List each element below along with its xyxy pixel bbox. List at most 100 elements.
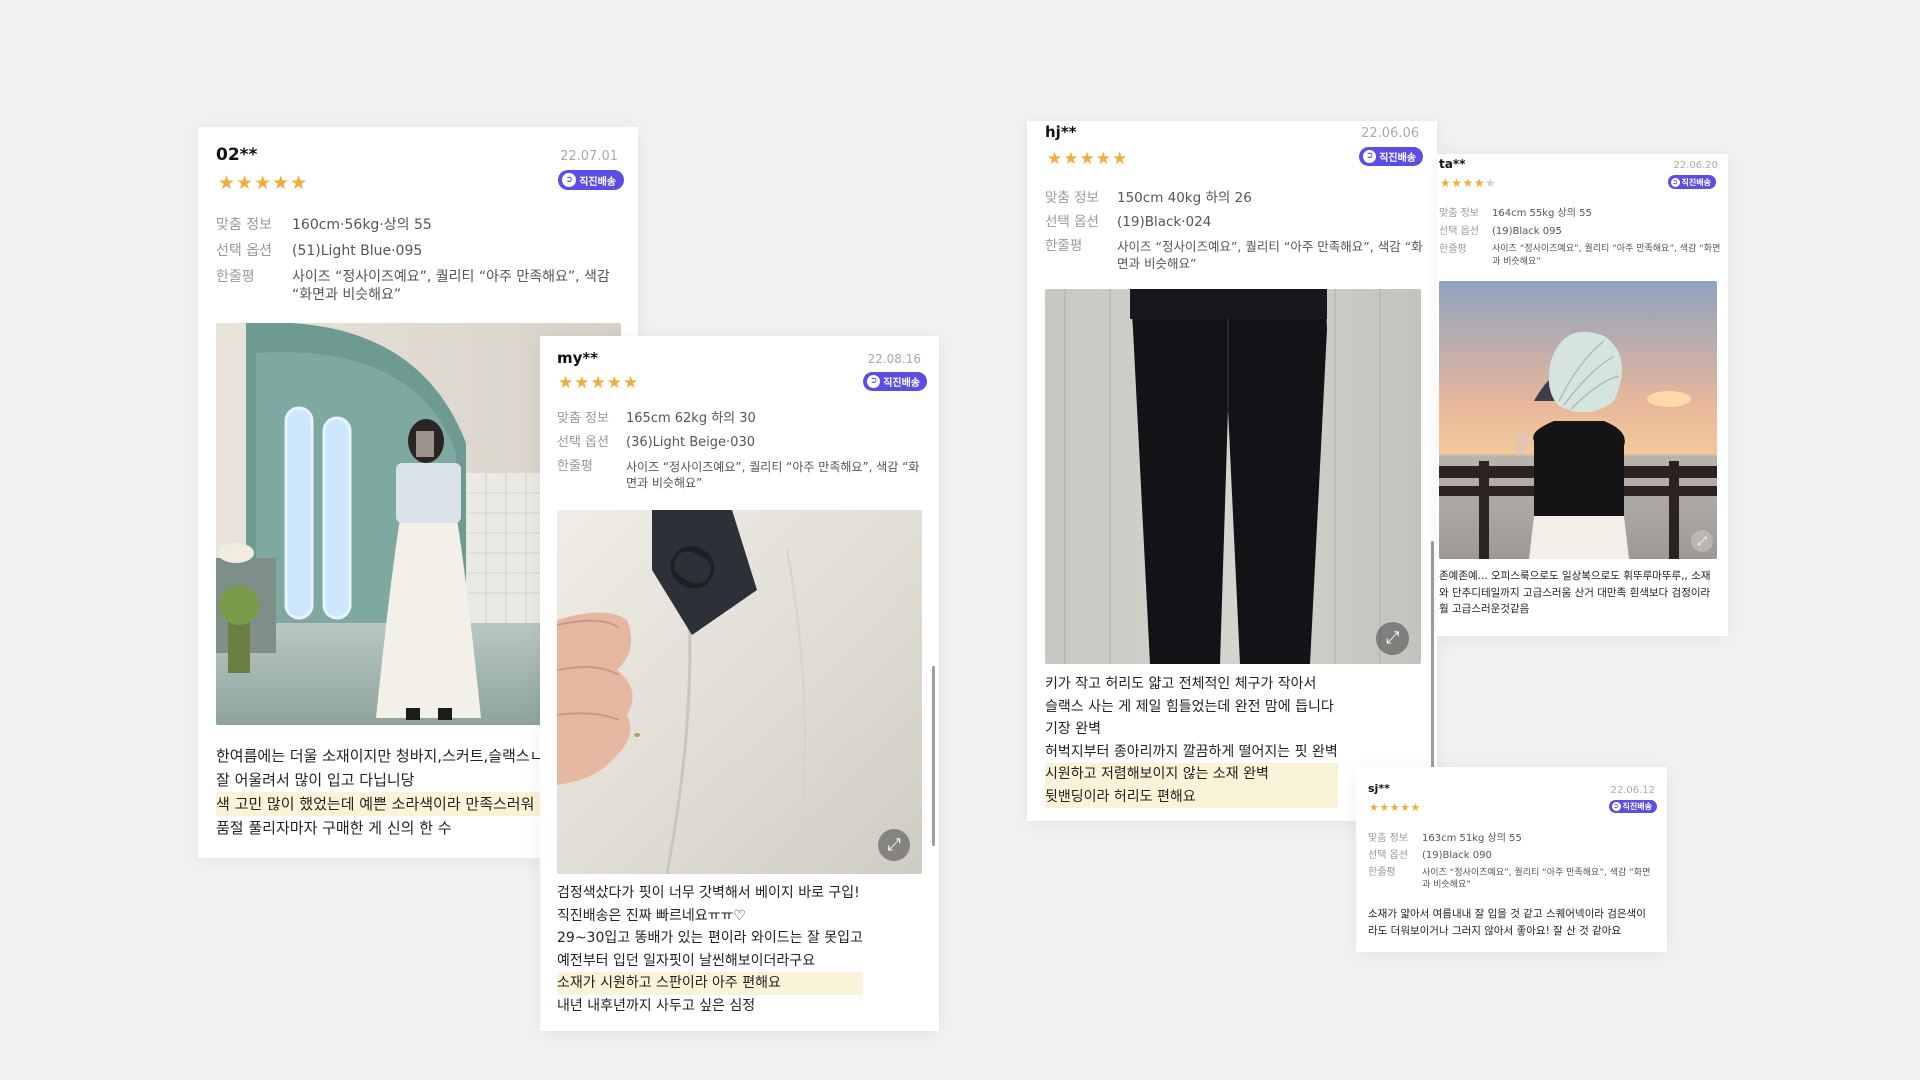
review-text: 한여름에는 더울 소재이지만 청바지,스커트,슬랙스ㄴ 잘 어울려서 많이 입고… bbox=[216, 744, 544, 840]
review-photo[interactable] bbox=[1045, 289, 1421, 664]
one-line-value: 사이즈 “정사이즈예요”, 퀄리티 “아주 만족해요”, 색감 “화면과 비슷해… bbox=[626, 460, 920, 490]
review-line-highlighted: 뒷밴딩이라 허리도 편해요 bbox=[1045, 785, 1338, 808]
review-line: 존예존예... 오피스룩으로도 일상복으로도 휘뚜루마뚜루,, 소재 bbox=[1439, 570, 1711, 582]
one-line-value: 사이즈 “정사이즈예요”, 퀄리티 “아주 만족해요”, 색감 “화면과 비슷해… bbox=[292, 269, 610, 303]
reviewer-name: hj** bbox=[1045, 123, 1077, 141]
review-info: 맞춤 정보 163cm 51kg 상의 55 선택 옵션 (19)Black 0… bbox=[1368, 833, 1658, 891]
one-line-label: 한줄평 bbox=[1439, 244, 1467, 255]
fit-info-label: 맞춤 정보 bbox=[1439, 208, 1479, 219]
star-rating: ★★★★★ bbox=[558, 373, 640, 393]
review-line: 예전부터 입던 일자핏이 날씬해보이더라구요 bbox=[557, 952, 816, 969]
delivery-icon: ➲ bbox=[1611, 802, 1621, 811]
delivery-icon: ➲ bbox=[1363, 150, 1377, 163]
badge-label: 직진배송 bbox=[579, 176, 616, 188]
one-line-label: 한줄평 bbox=[1368, 867, 1396, 878]
review-info: 맞춤 정보 160cm·56kg·상의 55 선택 옵션 (51)Light B… bbox=[216, 216, 621, 304]
direct-delivery-badge: ➲ 직진배송 bbox=[558, 170, 624, 190]
one-line-label: 한줄평 bbox=[557, 459, 593, 474]
review-line: 키가 작고 허리도 얇고 전체적인 체구가 작아서 bbox=[1045, 676, 1317, 692]
review-card-ta: ta** 22.06.20 ★★★★★ ➲ 직진배송 맞춤 정보 164cm 5… bbox=[1437, 154, 1728, 636]
direct-delivery-badge: ➲ 직진배송 bbox=[1608, 800, 1657, 813]
review-line: 와 단추디테일까지 고급스러움 산거 대만족 흰색보다 검정이라 bbox=[1439, 586, 1711, 599]
direct-delivery-badge: ➲ 직진배송 bbox=[863, 372, 927, 391]
review-date: 22.06.20 bbox=[1673, 160, 1718, 171]
delivery-icon: ➲ bbox=[562, 173, 577, 187]
fit-info-value: 150cm 40kg 하의 26 bbox=[1117, 190, 1252, 206]
reviewer-name: 02** bbox=[216, 145, 258, 165]
badge-label: 직진배송 bbox=[1681, 177, 1711, 187]
filled-stars: ★★★★ bbox=[1440, 176, 1486, 190]
one-line-label: 한줄평 bbox=[1045, 238, 1083, 254]
one-line-value: 사이즈 “정사이즈예요”, 퀄리티 “아주 만족해요”, 색감 “화면과 비슷해… bbox=[1492, 244, 1721, 267]
one-line-label: 한줄평 bbox=[216, 269, 255, 285]
star-rating: ★★★★★ bbox=[218, 172, 309, 194]
one-line-value: 사이즈 “정사이즈예요”, 퀄리티 “아주 만족해요”, 색감 “화면과 비슷해… bbox=[1422, 868, 1651, 890]
option-label: 선택 옵션 bbox=[1368, 850, 1408, 861]
scrollbar[interactable] bbox=[932, 666, 935, 846]
review-line: 슬랙스 사는 게 제일 힘들었는데 완전 맘에 듭니다 bbox=[1045, 698, 1334, 715]
star-rating: ★★★★★ bbox=[1369, 801, 1421, 814]
review-line: 훨 고급스러운것같음 bbox=[1439, 603, 1530, 615]
direct-delivery-badge: ➲ 직진배송 bbox=[1359, 147, 1423, 166]
expand-icon[interactable]: ⤢ bbox=[878, 829, 910, 861]
option-value: (19)Black·024 bbox=[1117, 214, 1212, 230]
fit-info-label: 맞춤 정보 bbox=[557, 411, 609, 426]
option-label: 선택 옵션 bbox=[216, 243, 272, 259]
review-text: 키가 작고 허리도 얇고 전체적인 체구가 작아서 슬랙스 사는 게 제일 힘들… bbox=[1045, 673, 1338, 808]
review-text: 검정색샀다가 핏이 너무 갓벽해서 베이지 바로 구입! 직진배송은 진짜 빠르… bbox=[557, 882, 863, 1017]
option-label: 선택 옵션 bbox=[557, 435, 609, 450]
review-line-highlighted: 시원하고 저렴해보이지 않는 소재 완벽 bbox=[1045, 763, 1338, 786]
fit-info-label: 맞춤 정보 bbox=[216, 217, 272, 233]
fit-info-value: 164cm 55kg 상의 55 bbox=[1492, 208, 1592, 219]
review-info: 맞춤 정보 165cm 62kg 하의 30 선택 옵션 (36)Light B… bbox=[557, 411, 922, 491]
reviewer-name: ta** bbox=[1439, 157, 1466, 171]
fit-info-value: 165cm 62kg 하의 30 bbox=[626, 411, 756, 426]
review-card-my: my** 22.08.16 ★★★★★ ➲ 직진배송 맞춤 정보 165cm 6… bbox=[540, 336, 939, 1031]
review-line: 직진배송은 진짜 빠르네요ㅠㅠ♡ bbox=[557, 907, 746, 924]
direct-delivery-badge: ➲ 직진배송 bbox=[1667, 175, 1716, 189]
review-date: 22.06.12 bbox=[1610, 785, 1655, 796]
fit-info-label: 맞춤 정보 bbox=[1045, 190, 1099, 206]
review-card-sj: sj** 22.06.12 ★★★★★ ➲ 직진배송 맞춤 정보 163cm 5… bbox=[1356, 767, 1667, 952]
one-line-value: 사이즈 “정사이즈예요”, 퀄리티 “아주 만족해요”, 색감 “화면과 비슷해… bbox=[1117, 239, 1423, 271]
review-info: 맞춤 정보 150cm 40kg 하의 26 선택 옵션 (19)Black·0… bbox=[1045, 190, 1425, 272]
empty-star: ★ bbox=[1485, 176, 1497, 190]
option-label: 선택 옵션 bbox=[1439, 226, 1479, 237]
review-line: 허벅지부터 종아리까지 깔끔하게 떨어지는 핏 완벽 bbox=[1045, 743, 1338, 760]
option-value: (51)Light Blue·095 bbox=[292, 243, 423, 259]
fit-info-value: 163cm 51kg 상의 55 bbox=[1422, 833, 1522, 844]
review-photo[interactable]: O bbox=[557, 510, 922, 874]
review-text: 소재가 얇아서 여름내내 잘 입을 것 같고 스퀘어넥이라 검은색이 라도 더워… bbox=[1368, 906, 1646, 940]
reviewer-name: my** bbox=[557, 349, 599, 367]
review-date: 22.06.06 bbox=[1361, 126, 1419, 141]
review-card-hj: hj** 22.06.06 ★★★★★ ➲ 직진배송 맞춤 정보 150cm 4… bbox=[1027, 121, 1437, 821]
reviewer-name: sj** bbox=[1368, 782, 1390, 795]
review-line: 검정색샀다가 핏이 너무 갓벽해서 베이지 바로 구입! bbox=[557, 885, 860, 901]
badge-label: 직진배송 bbox=[1622, 802, 1652, 811]
review-date: 22.07.01 bbox=[560, 149, 618, 164]
badge-label: 직진배송 bbox=[883, 378, 920, 389]
delivery-icon: ➲ bbox=[867, 375, 881, 388]
expand-icon[interactable]: ⤢ bbox=[1691, 530, 1713, 552]
review-photo[interactable] bbox=[1439, 281, 1717, 559]
option-label: 선택 옵션 bbox=[1045, 214, 1099, 230]
star-rating: ★★★★★ bbox=[1047, 149, 1129, 169]
review-text: 존예존예... 오피스룩으로도 일상복으로도 휘뚜루마뚜루,, 소재 와 단추디… bbox=[1439, 568, 1711, 618]
option-value: (19)Black 095 bbox=[1492, 226, 1562, 237]
review-line: 품절 풀리자마자 구매한 게 신의 한 수 bbox=[216, 819, 452, 837]
review-line: 29~30입고 똥배가 있는 편이라 와이드는 잘 못입고 bbox=[557, 930, 863, 946]
expand-icon[interactable]: ⤢ bbox=[1376, 622, 1409, 655]
option-value: (19)Black 090 bbox=[1422, 850, 1492, 861]
review-date: 22.08.16 bbox=[867, 352, 921, 366]
review-line-highlighted: 소재가 시원하고 스판이라 아주 편해요 bbox=[557, 972, 863, 995]
review-info: 맞춤 정보 164cm 55kg 상의 55 선택 옵션 (19)Black 0… bbox=[1439, 207, 1721, 269]
review-line: 내년 내후년까지 사두고 싶은 심정 bbox=[557, 997, 756, 1014]
delivery-icon: ➲ bbox=[1670, 177, 1680, 187]
badge-label: 직진배송 bbox=[1379, 153, 1416, 164]
review-line: 잘 어울려서 많이 입고 다닙니당 bbox=[216, 771, 415, 789]
review-line: 소재가 얇아서 여름내내 잘 입을 것 같고 스퀘어넥이라 검은색이 bbox=[1368, 908, 1646, 920]
review-line: 라도 더워보이거나 그러지 않아서 좋아요! 잘 산 것 같아요 bbox=[1368, 925, 1622, 937]
scrollbar[interactable] bbox=[1431, 541, 1434, 771]
fit-info-label: 맞춤 정보 bbox=[1368, 833, 1408, 844]
review-line: 기장 완벽 bbox=[1045, 721, 1101, 737]
